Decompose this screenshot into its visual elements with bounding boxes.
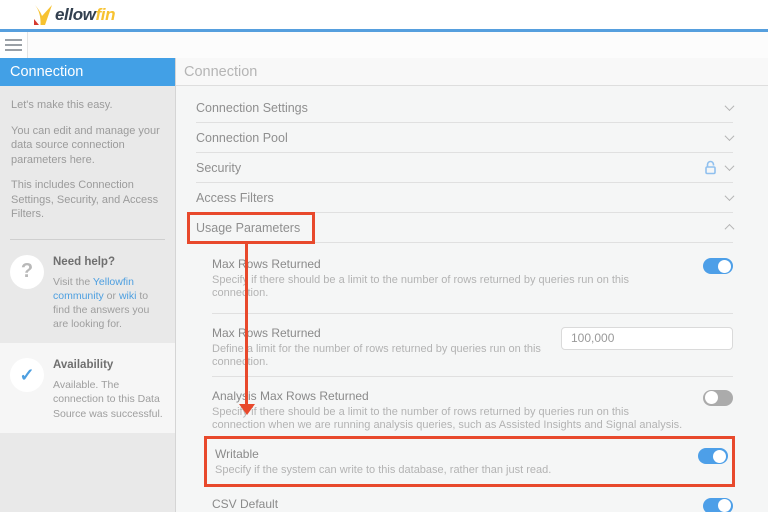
section-security[interactable]: Security xyxy=(196,153,733,183)
logo-text: ellowfin xyxy=(55,5,115,25)
chevron-down-icon xyxy=(725,191,735,201)
param-row-csv-default: CSV Default Specify if this writable con… xyxy=(212,487,733,512)
main-panel: Connection Connection Settings Connectio… xyxy=(176,58,768,512)
sidebar-intro: Let's make this easy. You can edit and m… xyxy=(0,86,175,237)
section-usage-parameters[interactable]: Usage Parameters xyxy=(196,213,733,243)
analysis-max-rows-toggle[interactable] xyxy=(703,390,733,406)
question-mark-icon: ? xyxy=(10,255,44,289)
sidebar: Connection Let's make this easy. You can… xyxy=(0,58,176,512)
section-connection-settings[interactable]: Connection Settings xyxy=(196,93,733,123)
top-logo-bar: ellowfin xyxy=(0,0,768,29)
need-help-block: ? Need help? Visit the Yellowfin communi… xyxy=(0,240,175,344)
toolbar xyxy=(0,32,768,58)
hamburger-menu-icon[interactable] xyxy=(0,32,28,58)
max-rows-toggle[interactable] xyxy=(703,258,733,274)
intro-line-3: This includes Connection Settings, Secur… xyxy=(11,178,163,222)
intro-line-2: You can edit and manage your data source… xyxy=(11,124,163,168)
availability-text: Available. The connection to this Data S… xyxy=(53,378,165,421)
section-connection-pool[interactable]: Connection Pool xyxy=(196,123,733,153)
csv-default-toggle[interactable] xyxy=(703,498,733,512)
param-row-max-rows-value: Max Rows Returned Define a limit for the… xyxy=(212,314,733,377)
param-row-analysis-max-rows: Analysis Max Rows Returned Specify if th… xyxy=(212,377,733,437)
wiki-link[interactable]: wiki xyxy=(119,290,137,302)
intro-line-1: Let's make this easy. xyxy=(11,98,163,113)
writable-toggle[interactable] xyxy=(698,448,728,464)
chevron-down-icon xyxy=(725,131,735,141)
accordion: Connection Settings Connection Pool Secu… xyxy=(196,86,733,243)
need-help-title: Need help? xyxy=(53,256,165,268)
check-icon: ✓ xyxy=(10,358,44,392)
yellowfin-logo: ellowfin xyxy=(30,4,115,26)
availability-title: Availability xyxy=(53,359,165,371)
yellowfin-logo-icon xyxy=(30,4,54,26)
chevron-up-icon xyxy=(725,224,735,234)
max-rows-input[interactable] xyxy=(561,327,733,350)
annotation-box-usage-parameters: Usage Parameters xyxy=(187,212,315,244)
unlock-icon xyxy=(704,160,717,175)
app-window: ellowfin Connection Let's make this easy… xyxy=(0,0,768,512)
param-row-writable: Writable Specify if the system can write… xyxy=(215,447,728,477)
page-title: Connection xyxy=(176,58,768,86)
section-access-filters[interactable]: Access Filters xyxy=(196,183,733,213)
availability-block: ✓ Availability Available. The connection… xyxy=(0,343,175,433)
chevron-down-icon xyxy=(725,161,735,171)
need-help-text: Visit the Yellowfin community or wiki to… xyxy=(53,275,165,332)
sidebar-fill xyxy=(0,433,175,512)
param-row-max-rows-toggle: Max Rows Returned Specify if there shoul… xyxy=(212,243,733,314)
chevron-down-icon xyxy=(725,101,735,111)
usage-parameters-panel: Max Rows Returned Specify if there shoul… xyxy=(212,243,733,512)
sidebar-title: Connection xyxy=(0,58,175,86)
annotation-box-writable: Writable Specify if the system can write… xyxy=(204,436,735,486)
